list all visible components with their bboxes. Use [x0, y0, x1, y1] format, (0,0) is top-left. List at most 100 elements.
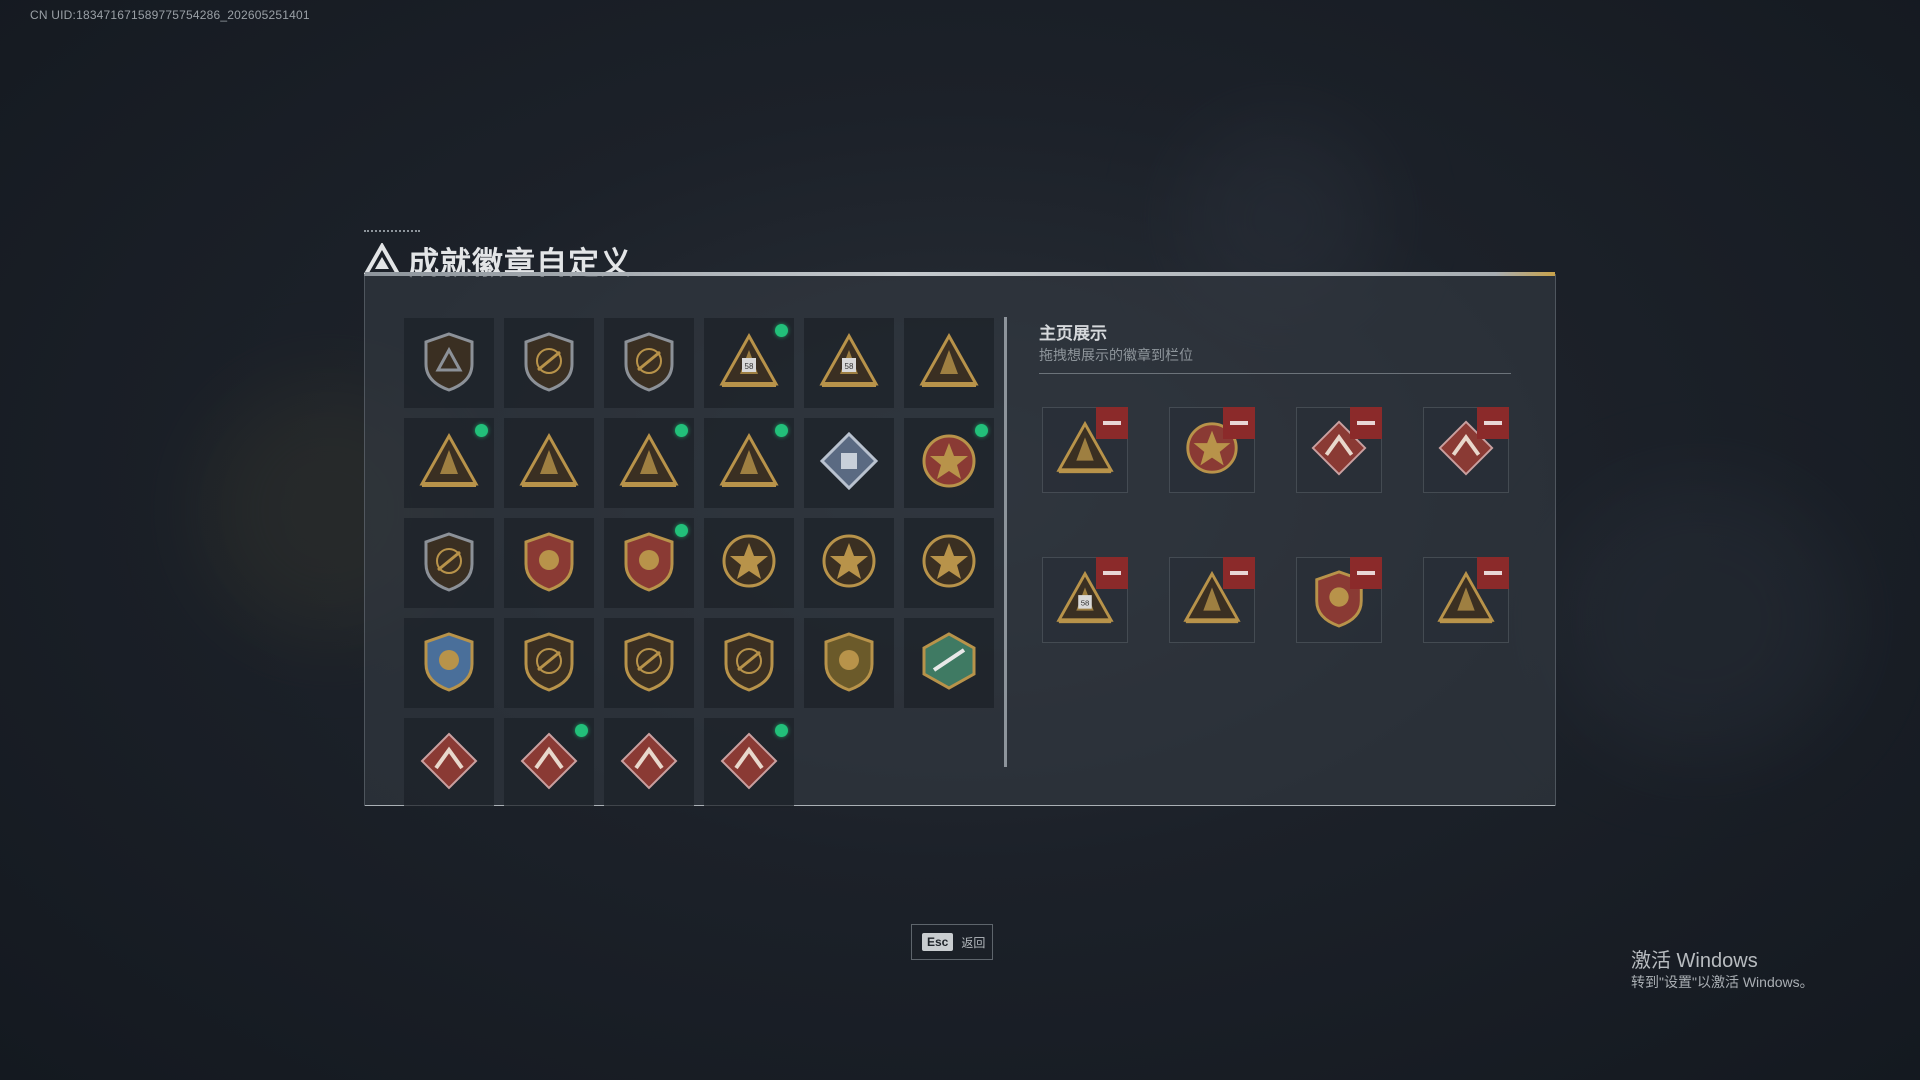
panel-divider [1004, 317, 1007, 767]
gold-crest-rifle-icon [818, 630, 880, 697]
crest-flame-icon [618, 530, 680, 597]
badge-cell[interactable]: 58 [704, 318, 794, 408]
badge-cell[interactable] [604, 318, 694, 408]
svg-text:58: 58 [845, 362, 854, 371]
star-medal-icon [918, 430, 980, 497]
triangle-tank-58-icon: 58 [818, 330, 880, 397]
badge-cell[interactable] [504, 418, 594, 508]
shield-rifle-icon [518, 630, 580, 697]
badge-cell[interactable] [504, 318, 594, 408]
round-sunburst-icon [918, 530, 980, 597]
showcase-slot[interactable] [1423, 407, 1509, 493]
badge-cell[interactable] [904, 418, 994, 508]
remove-badge-button[interactable] [1223, 557, 1255, 589]
badge-cell[interactable] [804, 518, 894, 608]
panel-top-border [365, 272, 1555, 276]
remove-badge-button[interactable] [1223, 407, 1255, 439]
showcase-slot[interactable] [1169, 407, 1255, 493]
triangle-soldier-icon [518, 430, 580, 497]
windows-activation-hint: 转到"设置"以激活 Windows。 [1631, 974, 1814, 990]
dagger-shield-icon [618, 330, 680, 397]
remove-badge-button[interactable] [1350, 407, 1382, 439]
showcase-slot[interactable] [1296, 407, 1382, 493]
badge-cell[interactable] [604, 518, 694, 608]
red-diamond-dragon-icon [518, 730, 580, 797]
new-indicator-dot [775, 324, 788, 337]
triangle-58-icon: 58 [718, 330, 780, 397]
badge-cell[interactable] [604, 718, 694, 808]
svg-text:58: 58 [745, 362, 754, 371]
remove-badge-button[interactable] [1350, 557, 1382, 589]
showcase-slot[interactable] [1296, 557, 1382, 643]
badge-cell[interactable] [804, 418, 894, 508]
showcase-slot[interactable] [1169, 557, 1255, 643]
shield-rifle-icon [718, 630, 780, 697]
new-indicator-dot [575, 724, 588, 737]
minus-icon [1103, 421, 1121, 425]
remove-badge-button[interactable] [1096, 557, 1128, 589]
badge-cell[interactable] [404, 418, 494, 508]
blue-crest-rifle-icon [418, 630, 480, 697]
back-label: 返回 [961, 935, 986, 950]
badge-cell[interactable] [404, 718, 494, 808]
windows-activation-title: 激活 Windows [1631, 950, 1758, 972]
red-diamond-runner-icon [618, 730, 680, 797]
badge-cell[interactable] [804, 618, 894, 708]
green-hex-dragonfly-icon [918, 630, 980, 697]
new-indicator-dot [675, 524, 688, 537]
badge-cell[interactable] [704, 718, 794, 808]
badge-cell[interactable] [904, 318, 994, 408]
shield-rifle-icon [618, 630, 680, 697]
red-diamond-plane-icon [718, 730, 780, 797]
shield-plane-icon [418, 530, 480, 597]
badge-cell[interactable] [404, 518, 494, 608]
showcase-slot[interactable] [1423, 557, 1509, 643]
helicopter-shield-icon [518, 330, 580, 397]
esc-key: Esc [922, 933, 954, 951]
minus-icon [1230, 421, 1248, 425]
minus-icon [1484, 421, 1502, 425]
badge-cell[interactable] [604, 618, 694, 708]
red-diamond-dragon-icon [418, 730, 480, 797]
new-indicator-dot [675, 424, 688, 437]
showcase-slot[interactable] [1042, 407, 1128, 493]
badge-cell[interactable] [904, 518, 994, 608]
new-indicator-dot [775, 724, 788, 737]
new-indicator-dot [975, 424, 988, 437]
minus-icon [1357, 571, 1375, 575]
showcase-title: 主页展示 [1039, 324, 1107, 343]
triangle-fish-icon [718, 430, 780, 497]
badge-cell[interactable] [504, 618, 594, 708]
minus-icon [1103, 571, 1121, 575]
badge-cell[interactable] [704, 618, 794, 708]
remove-badge-button[interactable] [1477, 557, 1509, 589]
triangle-hand-icon [918, 330, 980, 397]
badge-cell[interactable] [704, 518, 794, 608]
triangle-rocket-icon [618, 430, 680, 497]
badge-cell[interactable] [504, 718, 594, 808]
badge-cell[interactable] [604, 418, 694, 508]
badge-cell[interactable] [504, 518, 594, 608]
diamond-cube-icon [818, 430, 880, 497]
svg-text:58: 58 [1081, 598, 1090, 607]
round-skull-icon [718, 530, 780, 597]
badge-cell[interactable] [404, 318, 494, 408]
minus-icon [1230, 571, 1248, 575]
uid-text: CN UID:1834716715897757542​86_2026052514… [30, 8, 310, 22]
remove-badge-button[interactable] [1096, 407, 1128, 439]
showcase-subtitle: 拖拽想展示的徽章到栏位 [1039, 347, 1193, 363]
round-demon-icon [818, 530, 880, 597]
remove-badge-button[interactable] [1477, 407, 1509, 439]
showcase-divider [1039, 373, 1511, 374]
badge-cell[interactable] [404, 618, 494, 708]
showcase-slots: 58 [1042, 407, 1509, 643]
badge-customization-panel: 58 58 主页展示 拖拽想展示的徽章到栏位 58 [364, 272, 1556, 808]
badge-cell[interactable] [704, 418, 794, 508]
badge-cell[interactable]: 58 [804, 318, 894, 408]
new-indicator-dot [475, 424, 488, 437]
minus-icon [1357, 421, 1375, 425]
badge-cell[interactable] [904, 618, 994, 708]
minus-icon [1484, 571, 1502, 575]
showcase-slot[interactable]: 58 [1042, 557, 1128, 643]
back-button[interactable]: Esc 返回 [911, 924, 993, 960]
